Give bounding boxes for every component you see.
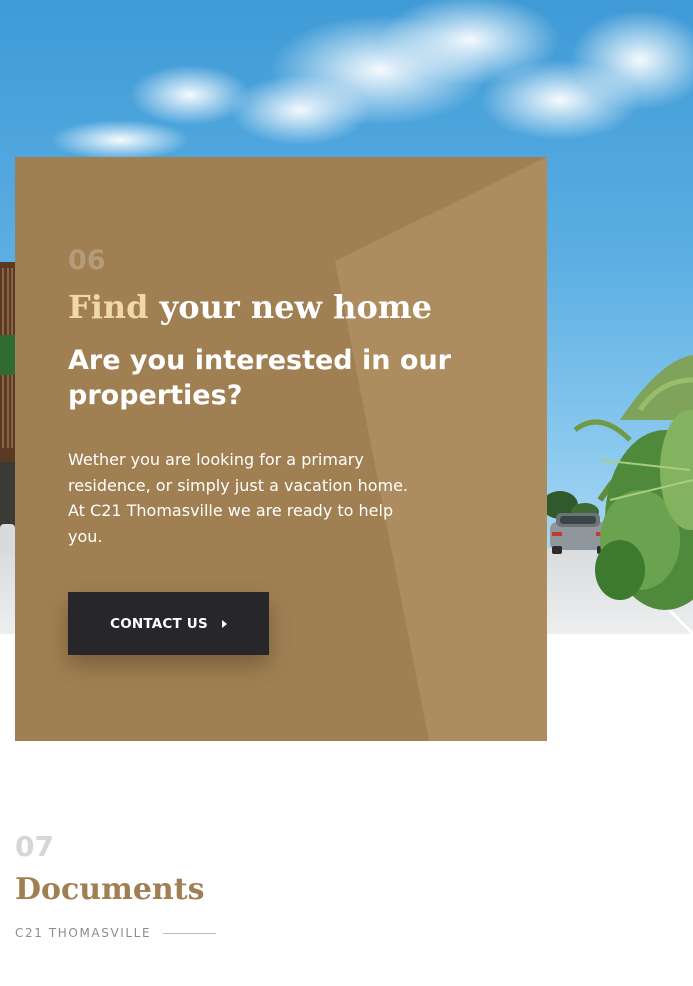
documents-section: 07 Documents C21 THOMASVILLE bbox=[15, 833, 675, 940]
section-number: 06 bbox=[68, 245, 106, 276]
page: 06 Find your new home Are you interested… bbox=[0, 0, 693, 986]
car bbox=[550, 513, 608, 554]
card-content: 06 Find your new home Are you interested… bbox=[68, 247, 488, 549]
clouds bbox=[50, 0, 693, 160]
documents-section-number: 07 bbox=[15, 830, 54, 863]
contact-us-button[interactable]: CONTACT US bbox=[68, 592, 269, 655]
documents-subtitle-row: C21 THOMASVILLE bbox=[15, 926, 675, 940]
left-car bbox=[0, 524, 15, 554]
section-title-rest: your new home bbox=[148, 288, 432, 326]
documents-subtitle: C21 THOMASVILLE bbox=[15, 926, 152, 940]
section-title-accent: Find bbox=[68, 288, 149, 326]
card-body-text: Wether you are looking for a primary res… bbox=[68, 450, 409, 546]
card-headline: Are you interested in our properties? bbox=[68, 345, 451, 412]
contact-card: 06 Find your new home Are you interested… bbox=[15, 157, 547, 741]
section-title: Find your new home bbox=[68, 288, 488, 326]
contact-us-button-label: CONTACT US bbox=[110, 615, 208, 632]
subtitle-divider-line bbox=[163, 932, 217, 934]
documents-title: Documents bbox=[15, 872, 205, 907]
left-shrub bbox=[0, 335, 15, 375]
caret-right-icon bbox=[221, 619, 227, 628]
